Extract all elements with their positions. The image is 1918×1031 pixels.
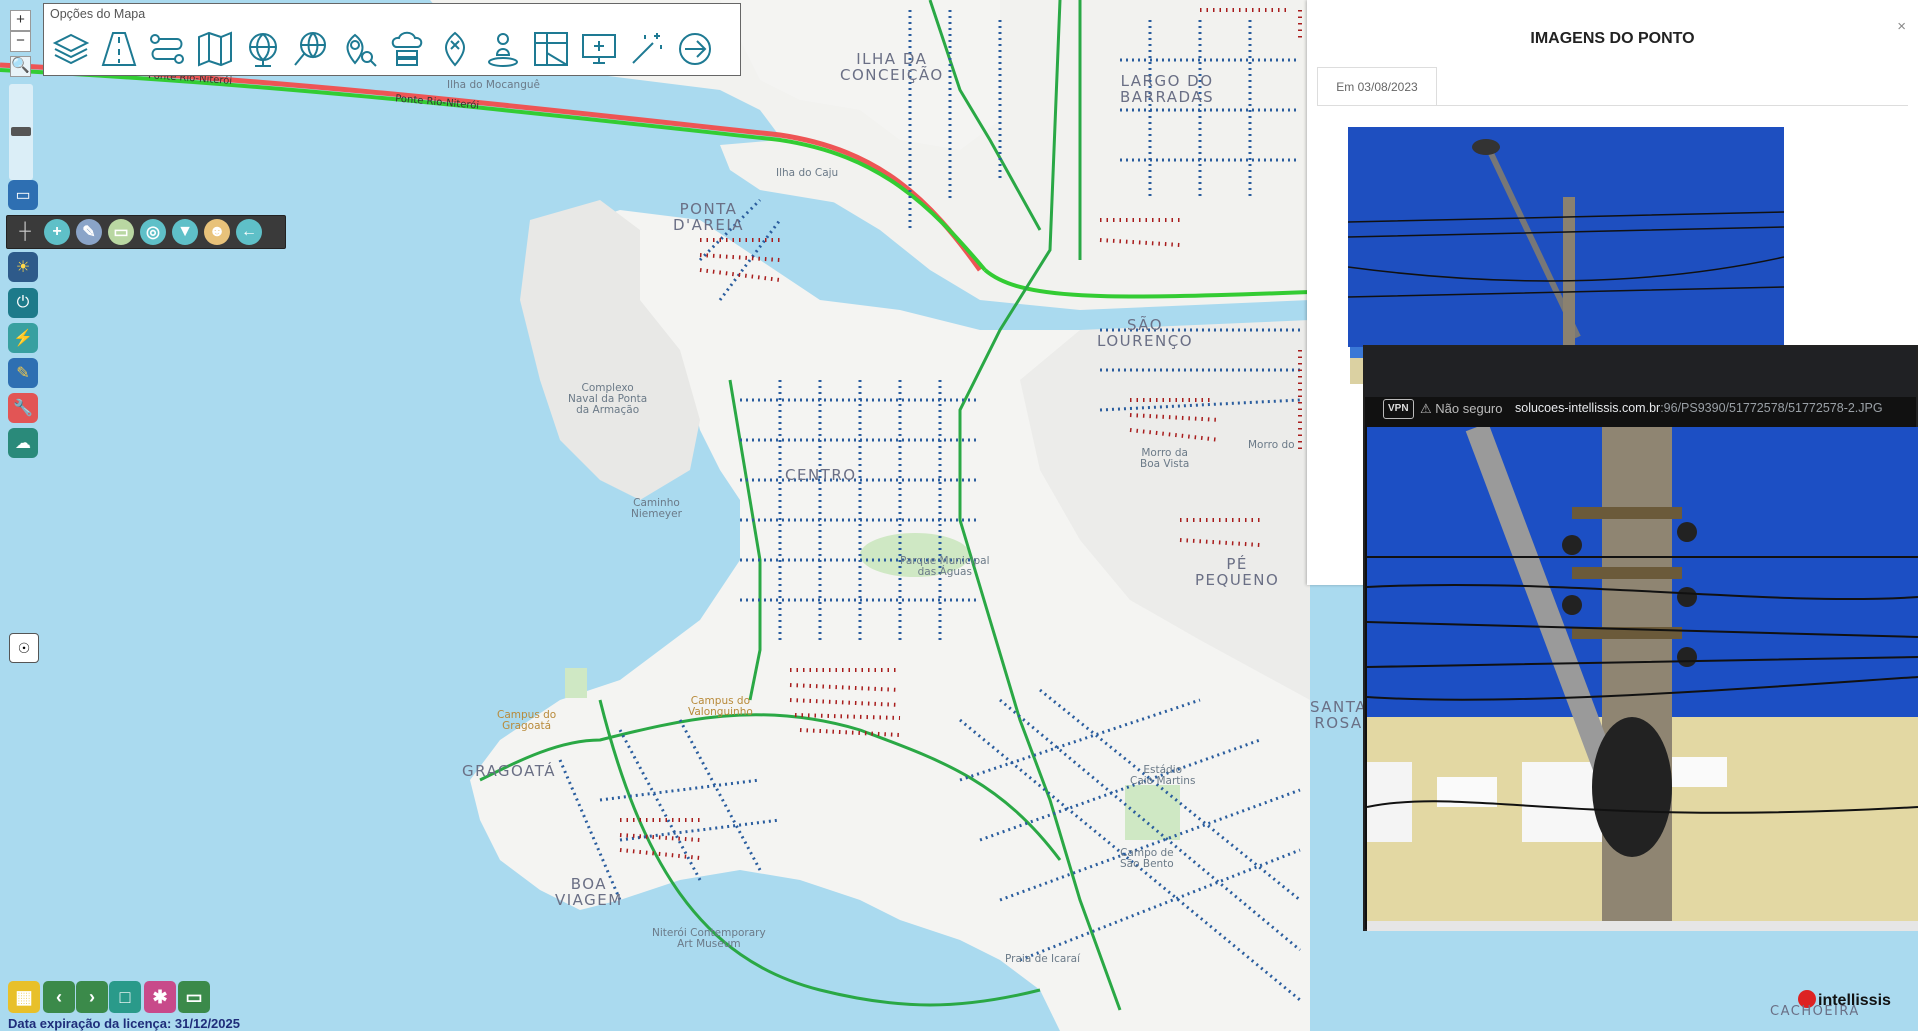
drawing-toolbar: ┼ + ✎ ▭ ◎ ▼ ☻ ←: [6, 215, 286, 249]
locate-me-button[interactable]: ☉: [9, 633, 39, 663]
horizontal-scrollbar[interactable]: [1367, 921, 1918, 931]
window-icon[interactable]: □: [109, 981, 141, 1013]
wrench-icon[interactable]: 🔧: [8, 393, 38, 423]
prev-arrow-icon[interactable]: ‹: [43, 981, 75, 1013]
brand-name: intellissis: [1818, 992, 1891, 1009]
cloud-server-icon[interactable]: [384, 26, 430, 72]
url-host: solucoes-intellissis.com.br: [1515, 401, 1661, 415]
add-icon[interactable]: +: [44, 219, 70, 245]
address-bar[interactable]: solucoes-intellissis.com.br:96/PS9390/51…: [1515, 401, 1883, 415]
pencil-edit-icon[interactable]: ✎: [8, 358, 38, 388]
monitor-icon[interactable]: [576, 26, 622, 72]
not-secure-indicator[interactable]: ⚠ Não seguro: [1420, 401, 1503, 417]
tab-date[interactable]: Em 03/08/2023: [1317, 67, 1437, 106]
globe-search-icon[interactable]: [288, 26, 334, 72]
popup-titlebar: [1365, 347, 1916, 397]
building-map-icon[interactable]: [528, 26, 574, 72]
layers-icon[interactable]: [48, 26, 94, 72]
pencil-icon[interactable]: ✎: [76, 219, 102, 245]
next-arrow-icon[interactable]: ›: [76, 981, 108, 1013]
map-pin-icon[interactable]: [432, 26, 478, 72]
zoom-slider-handle[interactable]: [11, 127, 31, 136]
back-arrow-icon[interactable]: ←: [236, 219, 262, 245]
zoom-search-icon[interactable]: 🔍: [10, 56, 31, 77]
target-icon[interactable]: ◎: [140, 219, 166, 245]
zoom-out-button[interactable]: −: [10, 31, 31, 52]
close-icon[interactable]: ×: [1897, 18, 1906, 35]
target-circle-icon: ☉: [17, 639, 31, 656]
zoom-in-button[interactable]: +: [10, 10, 31, 31]
map-icon[interactable]: [192, 26, 238, 72]
main-point-image[interactable]: [1348, 127, 1784, 347]
map-options-title: Opções do Mapa: [50, 7, 146, 21]
url-path: :96/PS9390/51772578/51772578-2.JPG: [1660, 401, 1883, 415]
tab-divider: [1317, 105, 1908, 106]
crosshair-icon[interactable]: ┼: [12, 219, 38, 245]
eraser-bottom-icon[interactable]: ▭: [178, 981, 210, 1013]
filter-icon[interactable]: ▼: [172, 219, 198, 245]
worker-icon[interactable]: ☻: [204, 219, 230, 245]
zoom-slider[interactable]: [9, 84, 33, 180]
location-search-icon[interactable]: [336, 26, 382, 72]
grid-menu-icon[interactable]: ▦: [8, 981, 40, 1013]
road-icon[interactable]: [96, 26, 142, 72]
not-secure-label: Não seguro: [1435, 401, 1503, 416]
panel-title: IMAGENS DO PONTO: [1530, 30, 1695, 47]
intellissis-logo: intellissis: [1798, 990, 1891, 1010]
map-options-toolbar: Opções do Mapa: [43, 3, 741, 76]
image-popup-window: VPN ⚠ Não seguro solucoes-intellissis.co…: [1363, 345, 1918, 931]
palette-icon[interactable]: ✱: [144, 981, 176, 1013]
license-expiry-text: Data expiração da licença: 31/12/2025: [8, 1016, 240, 1031]
eraser-icon[interactable]: ▭: [8, 180, 38, 210]
cloud-upload-icon[interactable]: ☁: [8, 428, 38, 458]
arrow-right-icon[interactable]: [672, 26, 718, 72]
globe-icon[interactable]: [240, 26, 286, 72]
lightbulb-icon[interactable]: ☀: [8, 252, 38, 282]
logo-mark-icon: [1798, 990, 1816, 1008]
route-icon[interactable]: [144, 26, 190, 72]
full-size-image[interactable]: [1367, 427, 1918, 921]
vpn-badge[interactable]: VPN: [1383, 399, 1414, 419]
eraser-tool-icon[interactable]: ▭: [108, 219, 134, 245]
person-pin-icon[interactable]: [480, 26, 526, 72]
power-icon[interactable]: ⏻: [8, 288, 38, 318]
warning-icon: ⚠: [1420, 401, 1432, 416]
magic-wand-icon[interactable]: [624, 26, 670, 72]
lightning-icon[interactable]: ⚡: [8, 323, 38, 353]
